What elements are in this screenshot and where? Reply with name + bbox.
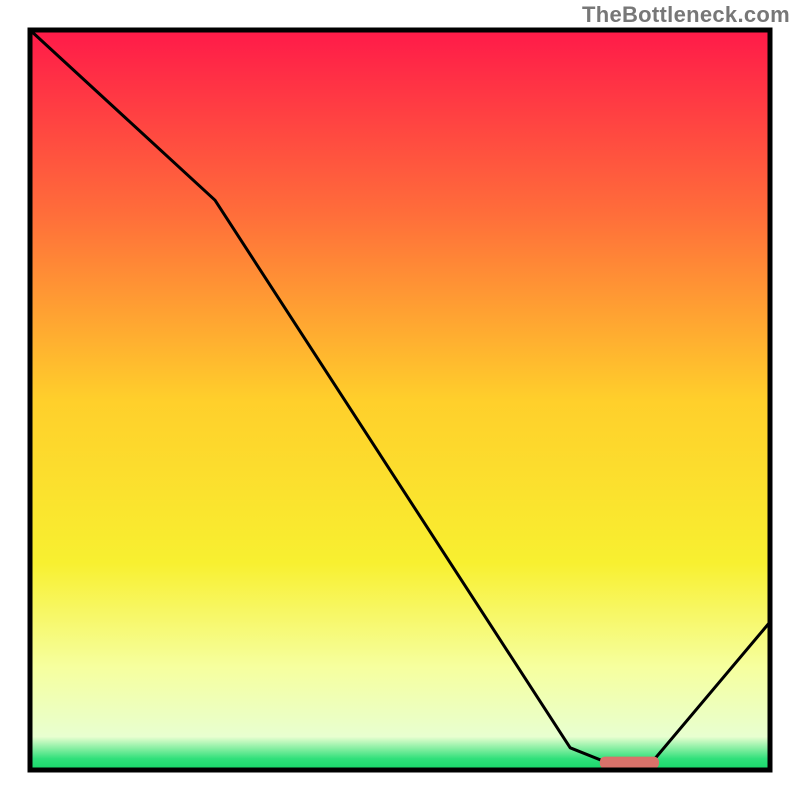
watermark-text: TheBottleneck.com <box>582 2 790 28</box>
plot-background <box>30 30 770 770</box>
optimal-marker <box>600 757 659 769</box>
bottleneck-chart <box>0 0 800 800</box>
chart-frame: TheBottleneck.com <box>0 0 800 800</box>
